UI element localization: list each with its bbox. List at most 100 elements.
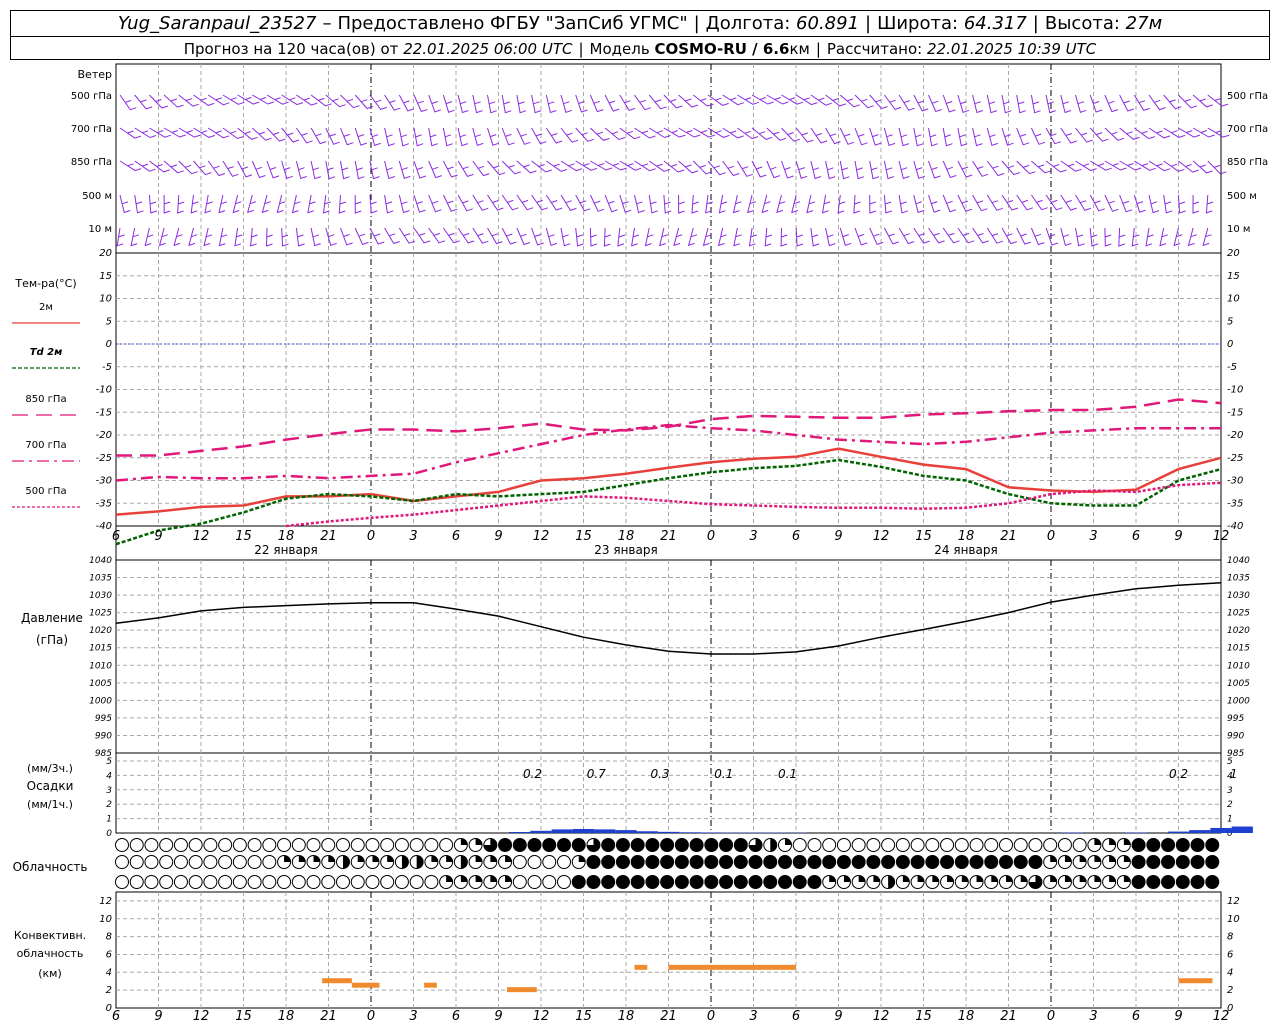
cloud-cell <box>542 855 557 869</box>
cloud-cell <box>836 855 851 869</box>
wind-barb <box>501 94 512 114</box>
cloud-cell <box>336 838 350 852</box>
wind-barb <box>942 160 957 179</box>
cloud-cell-fill <box>858 875 866 882</box>
cloud-cell <box>409 875 424 889</box>
cloud-cell <box>203 855 218 869</box>
precip-bar-19 <box>1231 826 1253 833</box>
wind-barb <box>516 127 531 145</box>
temp-ytick-left-11: -35 <box>96 498 112 509</box>
wind-barb <box>246 194 257 214</box>
wind-barb <box>310 227 321 247</box>
wind-barb <box>928 94 942 113</box>
temp-xtick-19: 15 <box>915 529 932 544</box>
wind-barb <box>928 194 941 213</box>
bottom-xtick-25: 9 <box>1174 1009 1182 1024</box>
wind-barb <box>1075 227 1085 247</box>
wind-barb <box>384 127 395 147</box>
precip-3h-label-1: 0.7 <box>587 767 606 781</box>
wind-barb <box>134 127 157 139</box>
wind-barb <box>487 94 497 114</box>
pres-ytick-right-3: 1025 <box>1227 609 1250 619</box>
cloud-cell <box>1190 855 1205 869</box>
cloud-cell-fill <box>1123 838 1131 845</box>
cloud-cell <box>1072 838 1087 852</box>
temp-ytick-left-10: -30 <box>96 476 112 487</box>
wind-barb <box>678 195 685 214</box>
cloud-cell <box>380 838 395 852</box>
pres-ytick-left-6: 1010 <box>89 661 112 671</box>
wind-barb <box>398 94 414 112</box>
wind-barb <box>1119 194 1133 213</box>
cloud-cell-fill <box>1094 838 1101 845</box>
cloud-cell-fill <box>947 875 954 882</box>
cloud-cell <box>262 875 277 889</box>
temp-legend-label-4: 500 гПа <box>25 486 66 497</box>
precip-3h-label-5: 0.2 <box>1169 767 1188 781</box>
wind-barb <box>1205 194 1214 214</box>
wind-barb <box>148 194 157 214</box>
wind-barb <box>883 160 895 180</box>
temp-ytick-left-3: 5 <box>106 316 112 327</box>
bottom-xtick-20: 18 <box>958 1009 975 1024</box>
wind-barb <box>634 94 652 111</box>
cloud-cell <box>394 838 409 852</box>
wind-barb <box>972 160 989 177</box>
cloud-cell <box>1175 855 1190 869</box>
wind-barb <box>942 194 957 213</box>
wind-level-left-1: 700 гПа <box>71 124 112 135</box>
precip-bar-15 <box>1125 832 1147 833</box>
wind-barb <box>457 227 475 244</box>
bottom-xtick-26: 12 <box>1213 1009 1230 1024</box>
wind-barb <box>560 94 573 113</box>
temp-xtick-16: 6 <box>792 529 800 544</box>
cloud-cell <box>277 838 292 852</box>
cloud-cell-fill <box>446 855 453 862</box>
conv-ytick-left-2: 8 <box>106 932 112 943</box>
precip-unit1: (мм/1ч.) <box>27 798 73 811</box>
wind-barb <box>398 127 409 147</box>
temp-ytick-right-4: 0 <box>1227 339 1233 350</box>
bottom-xtick-18: 12 <box>873 1009 890 1024</box>
cloud-cell <box>247 838 262 852</box>
cloud-cell-fill <box>328 855 335 862</box>
wind-barb <box>972 127 983 147</box>
cloud-cell-fill <box>460 855 468 869</box>
cloud-cell-fill <box>785 838 792 845</box>
cloud-cell-fill <box>1123 875 1131 882</box>
wind-barb <box>644 227 654 247</box>
wind-barb <box>853 194 861 214</box>
wind-barb <box>119 160 142 172</box>
cloud-cell <box>925 855 940 869</box>
conv-ytick-left-0: 12 <box>99 896 112 907</box>
temp-ytick-left-1: 15 <box>99 271 112 282</box>
cloud-cell <box>630 838 645 852</box>
wind-barb <box>795 160 808 179</box>
pres-ytick-left-8: 1000 <box>89 696 112 706</box>
cloud-cell <box>188 855 203 869</box>
wind-barb <box>630 227 640 247</box>
wind-barb <box>1177 194 1186 214</box>
wind-barb <box>839 127 855 145</box>
cloud-cell <box>218 855 233 869</box>
wind-barb <box>718 194 728 214</box>
cloud-cell <box>792 838 807 852</box>
precip-label: Осадки <box>27 779 74 793</box>
cloud-cell <box>542 875 557 889</box>
cloud-cell <box>660 855 675 869</box>
wind-barb <box>766 94 789 105</box>
wind-barb <box>1060 94 1072 114</box>
wind-barb <box>751 94 774 105</box>
bottom-xtick-16: 6 <box>792 1009 800 1024</box>
wind-barb <box>928 160 941 179</box>
cloud-cell <box>439 838 454 852</box>
cloud-cell <box>350 838 365 852</box>
wind-barb <box>972 194 988 212</box>
bottom-xtick-19: 15 <box>915 1009 932 1024</box>
wind-barbs <box>116 94 1230 247</box>
wind-barb <box>398 160 411 179</box>
temp-xtick-15: 3 <box>749 529 757 544</box>
cloud-cell <box>836 838 851 852</box>
wind-barb <box>589 194 605 212</box>
wind-barb <box>928 227 945 244</box>
